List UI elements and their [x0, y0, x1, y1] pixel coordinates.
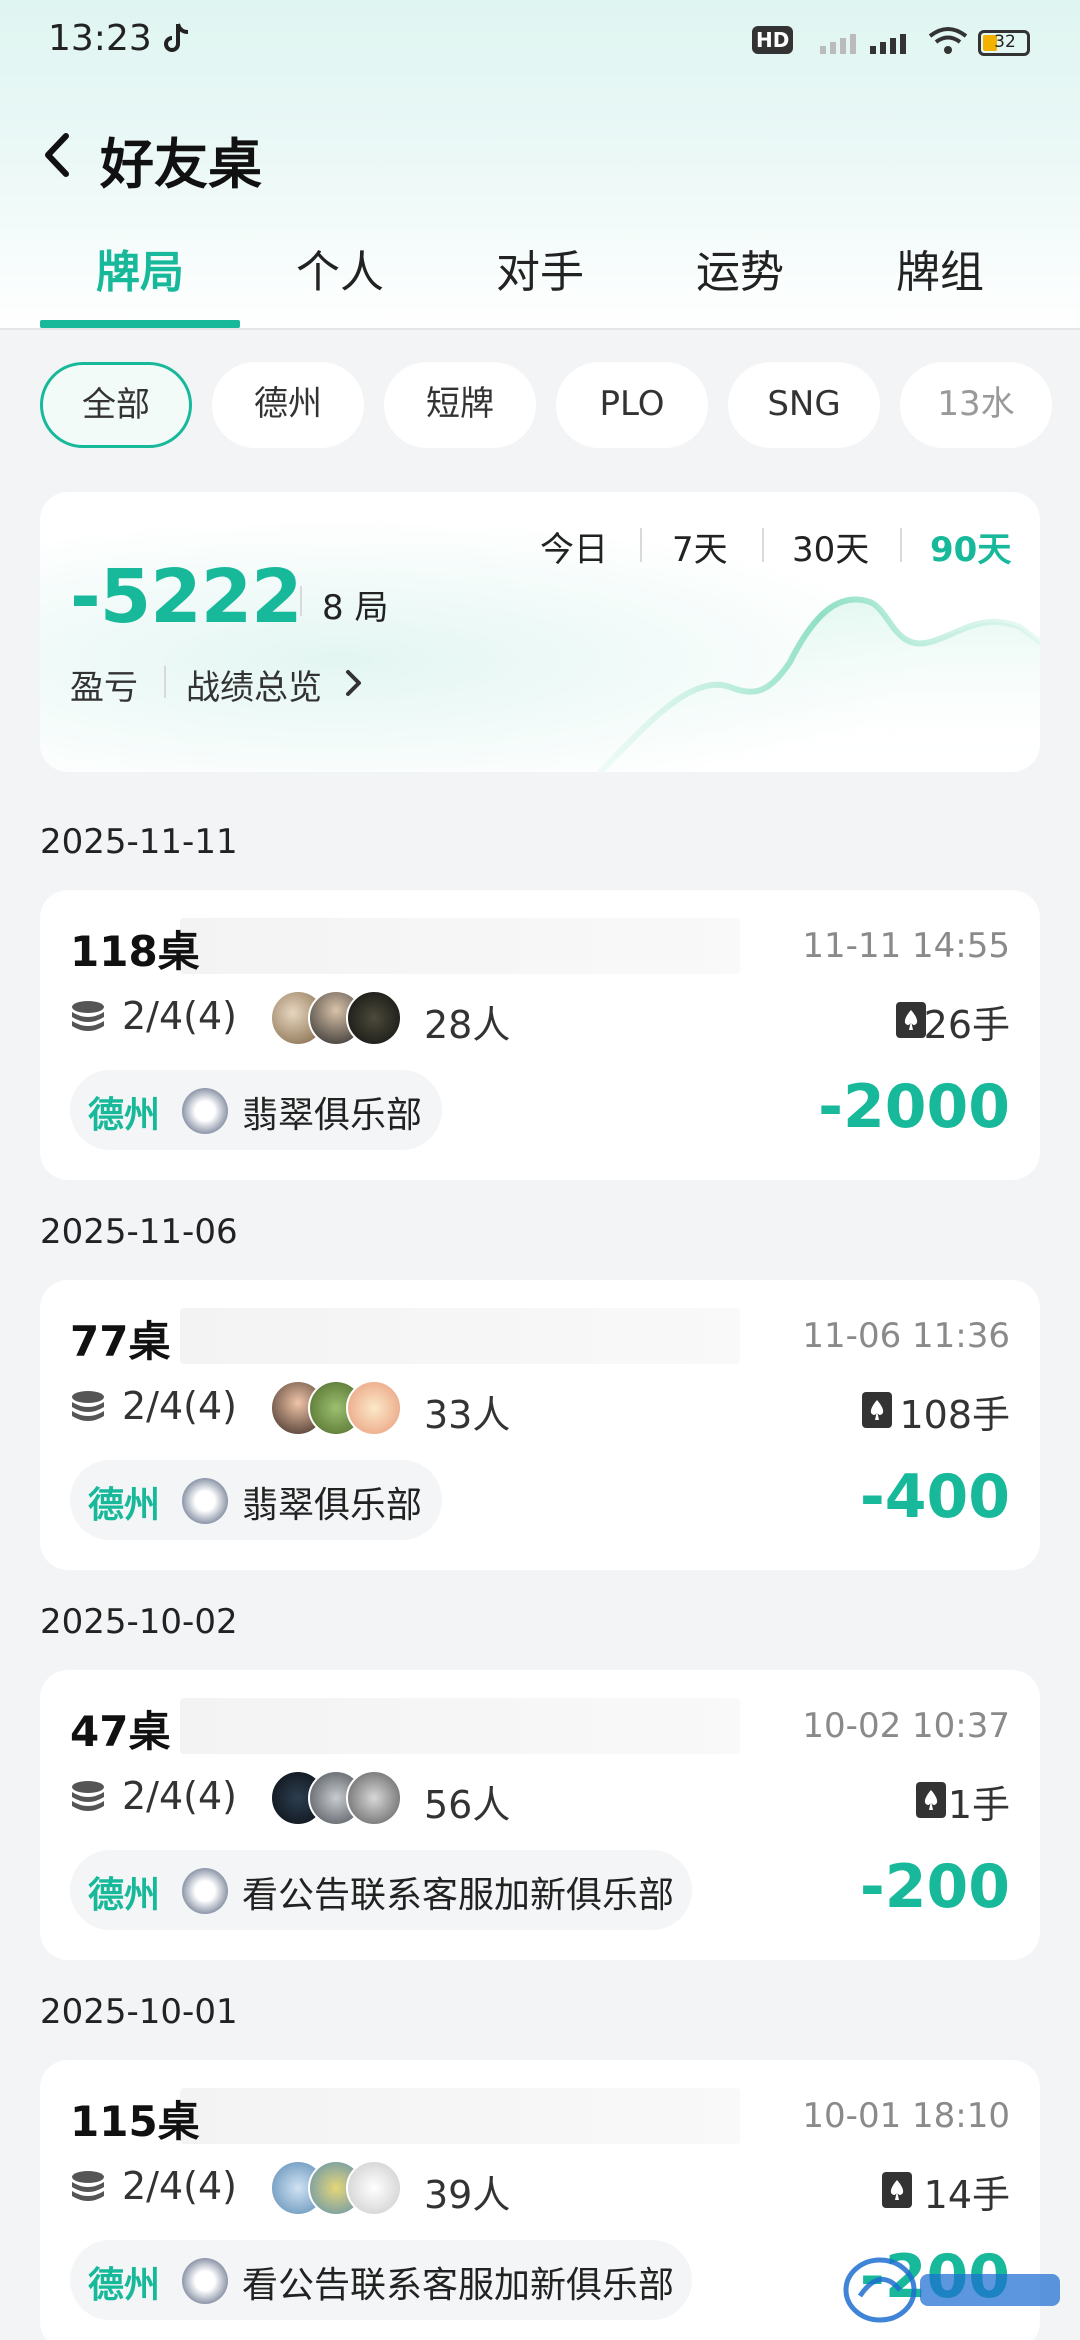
tab-games[interactable]: 牌局 [40, 236, 240, 300]
club-name: 看公告联系客服加新俱乐部 [242, 2265, 675, 2306]
blinds: 2/4(4) [122, 2164, 237, 2208]
club-logo-icon [182, 2258, 228, 2304]
player-count: 39人 [424, 2173, 511, 2217]
chips-stack-icon [72, 1001, 104, 1031]
avatar [346, 990, 402, 1046]
club-name: 翡翠俱乐部 [242, 1095, 423, 1136]
player-count: 33人 [424, 1393, 511, 1437]
avatar [346, 2160, 402, 2216]
club-logo-icon [182, 1478, 228, 1524]
profit-loss-label: 盈亏 [70, 668, 138, 708]
game-type: 德州 [88, 1485, 161, 1526]
tab-personal[interactable]: 个人 [240, 236, 440, 300]
date-header: 2025-10-01 [40, 1992, 238, 2032]
date-header: 2025-10-02 [40, 1602, 238, 1642]
table-name: 115桌 [70, 2097, 200, 2146]
total-profit-loss: -5222 [70, 554, 303, 640]
hand-count: 1手 [947, 1783, 1010, 1827]
chevron-right-icon[interactable] [342, 668, 364, 698]
blinds: 2/4(4) [122, 994, 237, 1038]
game-result: -400 [859, 1462, 1010, 1532]
overview-link[interactable]: 战绩总览 [186, 660, 322, 709]
club-tag[interactable]: 德州 看公告联系客服加新俱乐部 [70, 2240, 692, 2320]
player-count: 28人 [424, 1003, 511, 1047]
game-type: 德州 [88, 1095, 161, 1136]
date-header: 2025-11-06 [40, 1212, 238, 1252]
tab-indicator [40, 320, 240, 328]
back-arrow-icon[interactable] [38, 130, 78, 180]
chips-stack-icon [72, 1391, 104, 1421]
game-result: -2000 [818, 1072, 1010, 1142]
tab-card-groups[interactable]: 牌组 [840, 236, 1040, 300]
tab-bar: 牌局 个人 对手 运势 牌组 [0, 230, 1080, 330]
club-logo-icon [182, 1088, 228, 1134]
table-name: 47桌 [70, 1707, 171, 1756]
hd-badge: HD [752, 26, 794, 54]
player-count: 56人 [424, 1783, 511, 1827]
game-time: 10-01 18:10 [802, 2096, 1010, 2136]
period-30d[interactable]: 30天 [792, 522, 869, 571]
chips-stack-icon [72, 2171, 104, 2201]
game-type: 德州 [88, 1875, 161, 1916]
filter-short-deck[interactable]: 短牌 [384, 362, 536, 448]
tab-fortune[interactable]: 运势 [640, 236, 840, 300]
battery-level: 32 [994, 32, 1016, 52]
clock: 13:23 [48, 18, 152, 59]
game-time: 10-02 10:37 [802, 1706, 1010, 1746]
table-name: 77桌 [70, 1317, 171, 1366]
trend-sparkline [597, 596, 1040, 772]
game-result: -200 [859, 1852, 1010, 1922]
game-card[interactable]: 47桌 10-02 10:37 2/4(4) 56人 1手 德州 看公告联系客服… [40, 1670, 1040, 1960]
game-type: 德州 [88, 2265, 161, 2306]
tab-opponents[interactable]: 对手 [440, 236, 640, 300]
hand-count: 108手 [899, 1393, 1010, 1437]
filter-chips: 全部 德州 短牌 PLO SNG 13水 [40, 362, 1080, 450]
avatar [346, 1380, 402, 1436]
game-time: 11-11 14:55 [802, 926, 1010, 966]
hand-count: 14手 [923, 2173, 1010, 2217]
player-avatars [270, 1770, 420, 1828]
chips-stack-icon [72, 1781, 104, 1811]
game-card[interactable]: 77桌 11-06 11:36 2/4(4) 33人 108手 德州 翡翠俱乐部… [40, 1280, 1040, 1570]
table-name: 118桌 [70, 927, 200, 976]
period-7d[interactable]: 7天 [672, 522, 728, 571]
filter-plo[interactable]: PLO [556, 362, 708, 448]
battery-icon: 32 [978, 30, 1030, 56]
signal-icon [820, 34, 856, 54]
summary-card: 今日 7天 30天 90天 -5222 8 局 盈亏 战绩总览 [40, 492, 1040, 772]
wifi-icon [928, 27, 968, 54]
filter-13-water[interactable]: 13水 [900, 362, 1052, 448]
player-avatars [270, 2160, 420, 2218]
club-name: 看公告联系客服加新俱乐部 [242, 1875, 675, 1916]
player-avatars [270, 1380, 420, 1438]
game-card[interactable]: 118桌 11-11 14:55 2/4(4) 28人 26手 德州 翡翠俱乐部… [40, 890, 1040, 1180]
playing-card-icon [916, 1782, 946, 1818]
filter-all[interactable]: 全部 [40, 362, 192, 448]
avatar [346, 1770, 402, 1826]
club-tag[interactable]: 德州 翡翠俱乐部 [70, 1460, 442, 1540]
hand-count: 26手 [923, 1003, 1010, 1047]
date-header: 2025-11-11 [40, 822, 238, 862]
page-title: 好友桌 [100, 133, 262, 196]
game-time: 11-06 11:36 [802, 1316, 1010, 1356]
watermark-logo-icon [843, 2257, 1060, 2323]
club-name: 翡翠俱乐部 [242, 1485, 423, 1526]
club-tag[interactable]: 德州 看公告联系客服加新俱乐部 [70, 1850, 692, 1930]
status-bar: 13:23 HD 32 [0, 0, 1080, 84]
blinds: 2/4(4) [122, 1774, 237, 1818]
blinds: 2/4(4) [122, 1384, 237, 1428]
period-90d[interactable]: 90天 [930, 522, 1011, 571]
filter-holdem[interactable]: 德州 [212, 362, 364, 448]
club-tag[interactable]: 德州 翡翠俱乐部 [70, 1070, 442, 1150]
player-avatars [270, 990, 420, 1048]
tiktok-icon [164, 23, 189, 52]
filter-sng[interactable]: SNG [728, 362, 880, 448]
signal-4g-icon [870, 34, 906, 54]
page-header: 好友桌 [0, 110, 1080, 200]
playing-card-icon [882, 2172, 912, 2208]
playing-card-icon [862, 1392, 892, 1428]
period-today[interactable]: 今日 [540, 522, 608, 571]
club-logo-icon [182, 1868, 228, 1914]
round-count: 8 局 [322, 588, 389, 628]
